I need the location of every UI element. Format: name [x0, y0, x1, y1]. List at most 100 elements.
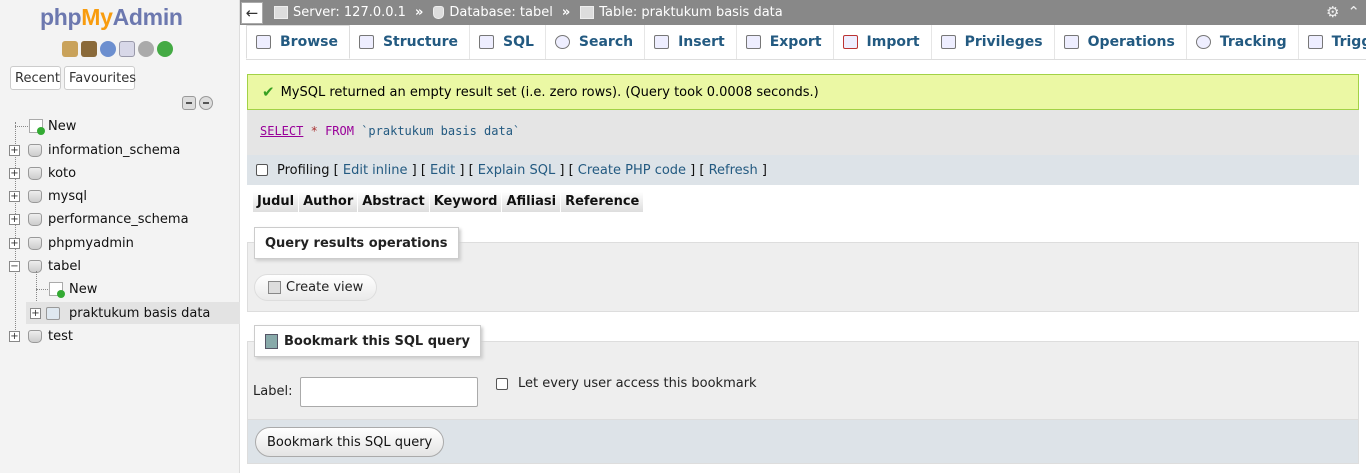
tree-item-phpmyadmin[interactable]: + phpmyadmin: [0, 232, 240, 254]
tab-operations[interactable]: Operations: [1054, 25, 1187, 59]
result-column-headers: Judul Author Abstract Keyword Afiliasi R…: [253, 192, 645, 212]
back-arrow-icon[interactable]: ←: [241, 1, 263, 24]
collapse-up-icon[interactable]: ⌃: [1347, 3, 1360, 21]
bookmark-legend: Bookmark this SQL query: [254, 325, 481, 357]
export-icon: [745, 35, 761, 49]
expand-icon[interactable]: +: [9, 213, 20, 225]
bookmark-label-input[interactable]: [300, 377, 478, 407]
logout-icon[interactable]: [81, 41, 97, 57]
database-icon: [28, 166, 42, 180]
gear-icon[interactable]: ⚙: [1326, 3, 1339, 21]
collapse-all-icon[interactable]: [182, 96, 196, 110]
create-php-code-link[interactable]: Create PHP code: [578, 163, 686, 178]
profiling-checkbox[interactable]: [256, 164, 268, 176]
tab-import[interactable]: Import: [833, 25, 932, 59]
reload-icon[interactable]: [157, 41, 173, 57]
search-icon: [554, 35, 570, 49]
column-header[interactable]: Abstract: [358, 192, 430, 212]
tab-triggers[interactable]: Triggers: [1298, 25, 1366, 59]
tree-item-new[interactable]: New: [0, 115, 240, 137]
bookmark-label-text: Label:: [253, 384, 293, 399]
tab-sql[interactable]: SQL: [469, 25, 546, 59]
table-icon: [580, 6, 595, 19]
import-icon: [842, 35, 858, 49]
bookmark-submit-button[interactable]: Bookmark this SQL query: [255, 427, 445, 457]
tree-item-koto[interactable]: + koto: [0, 162, 240, 184]
tree-item-mysql[interactable]: + mysql: [0, 185, 240, 207]
every-user-checkbox[interactable]: [496, 377, 508, 390]
recent-button[interactable]: Recent: [10, 66, 61, 90]
navigation-panel: phpMyAdmin Recent Favourites New + infor…: [0, 0, 240, 473]
query-results-operations-legend: Query results operations: [254, 227, 459, 259]
table-tabs: Browse Structure SQL Search Insert Expor…: [246, 25, 1366, 60]
tab-search[interactable]: Search: [545, 25, 646, 59]
success-message: ✔ MySQL returned an empty result set (i.…: [247, 74, 1359, 110]
expand-icon[interactable]: +: [9, 190, 20, 202]
column-header[interactable]: Judul: [253, 192, 300, 212]
browse-icon: [256, 35, 271, 49]
database-icon: [28, 189, 42, 203]
expand-icon[interactable]: +: [9, 167, 20, 179]
explain-sql-link[interactable]: Explain SQL: [478, 163, 555, 178]
database-icon: [28, 212, 42, 226]
triggers-icon: [1307, 35, 1323, 49]
tree-item-test[interactable]: + test: [0, 325, 240, 347]
tree-item-performance-schema[interactable]: + performance_schema: [0, 208, 240, 230]
insert-icon: [654, 35, 670, 49]
favourites-button[interactable]: Favourites: [64, 66, 136, 90]
bookmark-icon: [265, 333, 278, 349]
tab-browse[interactable]: Browse: [246, 25, 350, 59]
tracking-icon: [1195, 35, 1211, 49]
check-icon: ✔: [262, 83, 275, 101]
table-icon: [46, 306, 60, 320]
tab-export[interactable]: Export: [736, 25, 834, 59]
tab-tracking[interactable]: Tracking: [1186, 25, 1299, 59]
collapse-icon[interactable]: −: [9, 260, 20, 272]
expand-icon[interactable]: +: [30, 307, 41, 319]
database-icon: [28, 236, 42, 250]
sql-icon: [478, 35, 494, 49]
privileges-icon: [940, 35, 956, 49]
sql-keyword-select[interactable]: SELECT: [260, 124, 303, 138]
link-icon[interactable]: [199, 96, 213, 110]
refresh-link[interactable]: Refresh: [709, 163, 758, 178]
database-icon: [28, 329, 42, 343]
tree-controls: [182, 96, 213, 110]
breadcrumb-server[interactable]: Server: 127.0.0.1: [274, 5, 406, 20]
tree-item-new-table[interactable]: New: [0, 278, 240, 300]
docs-icon[interactable]: [119, 41, 135, 57]
tab-privileges[interactable]: Privileges: [931, 25, 1055, 59]
structure-icon: [358, 35, 374, 49]
phpmyadmin-logo[interactable]: phpMyAdmin: [40, 4, 183, 31]
create-view-button[interactable]: Create view: [254, 274, 378, 301]
topbar-controls: ⚙ ⌃: [1326, 3, 1360, 21]
home-icon[interactable]: [62, 41, 78, 57]
profiling-label: Profiling: [277, 162, 330, 178]
column-header[interactable]: Afiliasi: [502, 192, 562, 212]
breadcrumb-database[interactable]: Database: tabel: [433, 5, 553, 20]
database-icon: [28, 259, 42, 273]
nav-icon-bar: [62, 41, 173, 57]
column-header[interactable]: Author: [299, 192, 359, 212]
query-links-bar: Profiling [ Edit inline ] [ Edit ] [ Exp…: [247, 155, 1359, 185]
create-view-icon: [268, 281, 281, 294]
column-header[interactable]: Keyword: [429, 192, 503, 212]
tree-item-information-schema[interactable]: + information_schema: [0, 139, 240, 161]
sql-query-display: SELECT * FROM `praktukum basis data`: [247, 110, 1359, 155]
edit-inline-link[interactable]: Edit inline: [343, 163, 408, 178]
tab-insert[interactable]: Insert: [645, 25, 737, 59]
expand-icon[interactable]: +: [9, 237, 20, 249]
help-icon[interactable]: [100, 41, 116, 57]
edit-link[interactable]: Edit: [430, 163, 455, 178]
server-icon: [274, 6, 288, 19]
new-table-icon: [49, 282, 65, 298]
every-user-option[interactable]: Let every user access this bookmark: [496, 376, 757, 391]
settings-icon[interactable]: [138, 41, 154, 57]
breadcrumb-table[interactable]: Table: praktukum basis data: [580, 5, 783, 20]
expand-icon[interactable]: +: [9, 330, 20, 342]
expand-icon[interactable]: +: [9, 144, 20, 156]
tree-item-praktukum-basis-data[interactable]: + praktukum basis data: [26, 302, 240, 324]
new-database-icon: [29, 119, 45, 135]
tab-structure[interactable]: Structure: [349, 25, 470, 59]
column-header[interactable]: Reference: [561, 192, 645, 212]
